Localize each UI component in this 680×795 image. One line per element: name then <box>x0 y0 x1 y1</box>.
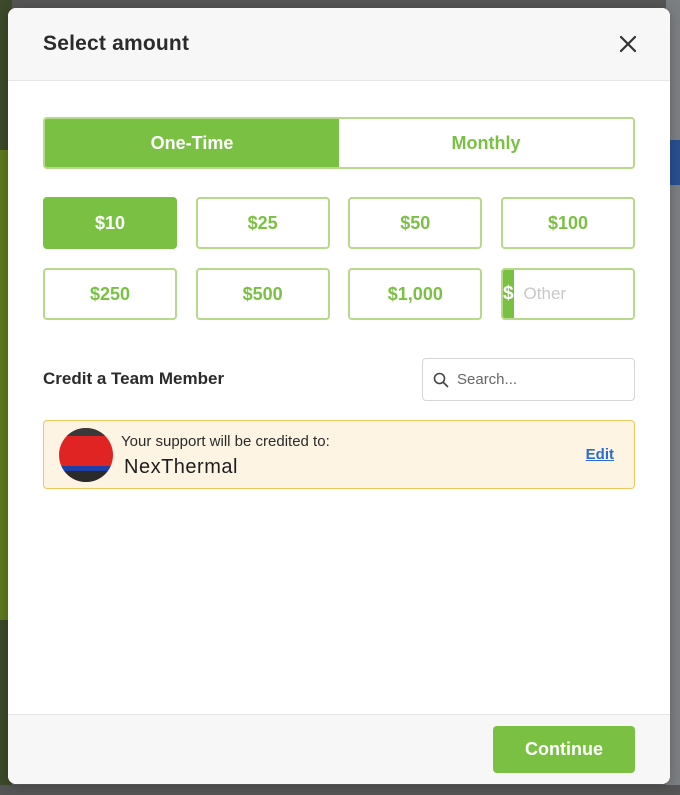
team-member-search <box>422 358 635 401</box>
amount-button-500[interactable]: $500 <box>195 268 330 320</box>
credit-caption: Your support will be credited to: <box>121 433 330 450</box>
credit-team-member-label: Credit a Team Member <box>43 369 225 388</box>
other-amount-input[interactable] <box>513 270 633 318</box>
modal-header: Select amount <box>8 8 670 81</box>
close-button[interactable] <box>614 30 642 58</box>
continue-button[interactable]: Continue <box>493 726 635 773</box>
dollar-prefix: $ <box>502 270 514 318</box>
amount-button-250[interactable]: $250 <box>43 268 177 320</box>
avatar <box>59 428 113 482</box>
credit-notice: Your support will be credited to: NexThe… <box>43 420 635 489</box>
amount-row: $250 $500 $1,000 $ <box>43 268 635 320</box>
amount-button-25[interactable]: $25 <box>195 197 330 249</box>
select-amount-modal: Select amount One-Time Monthly $10 $25 $… <box>8 8 670 784</box>
search-icon <box>433 371 451 389</box>
other-amount-field: $ <box>500 268 635 320</box>
search-input[interactable] <box>457 371 627 388</box>
amount-button-100[interactable]: $100 <box>500 197 635 249</box>
credited-member-name: NexThermal <box>124 456 238 478</box>
amount-button-1000[interactable]: $1,000 <box>348 268 483 320</box>
close-icon <box>619 35 637 53</box>
amount-row: $10 $25 $50 $100 <box>43 197 635 249</box>
amount-button-10[interactable]: $10 <box>43 197 177 249</box>
edit-link[interactable]: Edit <box>586 446 614 463</box>
modal-title: Select amount <box>43 32 190 55</box>
amount-grid: $10 $25 $50 $100 $250 $500 $1,000 $ <box>43 197 635 339</box>
tab-monthly[interactable]: Monthly <box>339 119 633 167</box>
amount-button-50[interactable]: $50 <box>348 197 483 249</box>
modal-footer: Continue <box>8 714 670 784</box>
tab-one-time[interactable]: One-Time <box>45 119 339 167</box>
frequency-toggle: One-Time Monthly <box>43 117 635 169</box>
